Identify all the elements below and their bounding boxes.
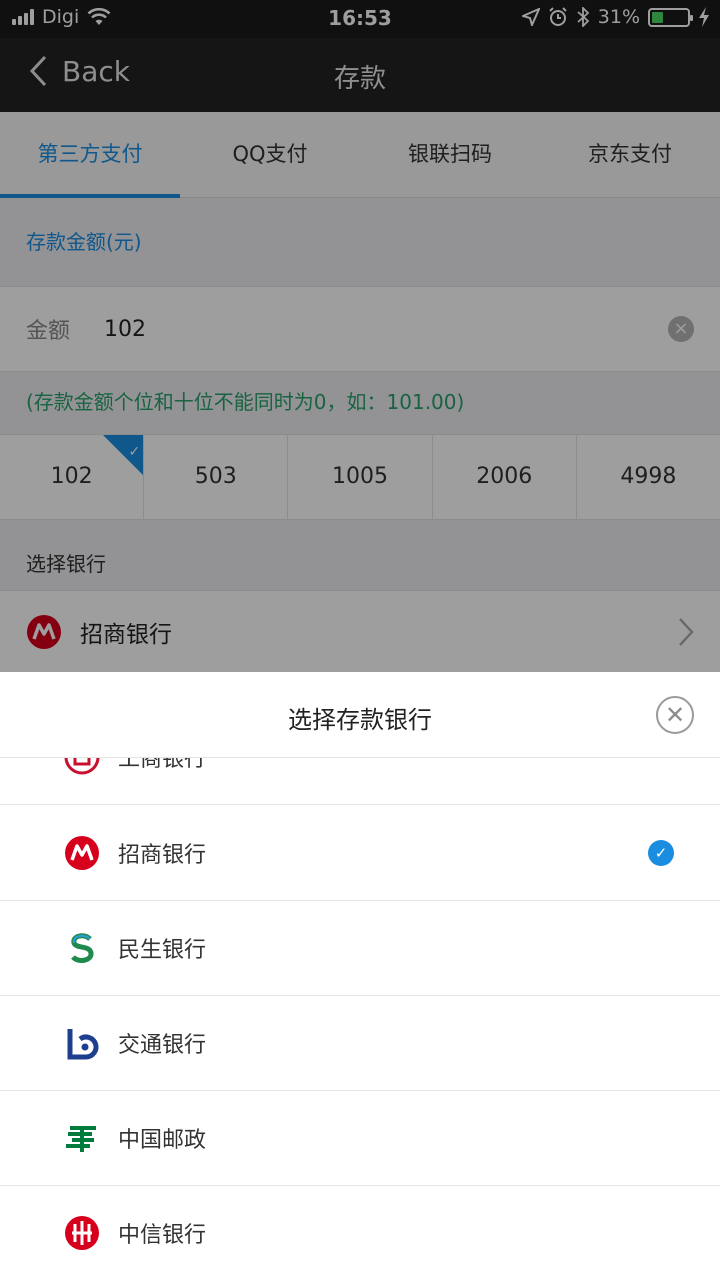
- list-item-bocom[interactable]: 交通银行: [0, 996, 720, 1091]
- close-icon[interactable]: ✕: [656, 696, 694, 734]
- bocom-logo-icon: [67, 1029, 99, 1060]
- psbc-logo-icon: [66, 1126, 96, 1152]
- selected-check-icon: ✓: [648, 840, 674, 866]
- bank-name: 民生银行: [118, 938, 207, 963]
- list-item-psbc[interactable]: 中国邮政: [0, 1091, 720, 1186]
- list-item-citic[interactable]: 中信银行: [0, 1186, 720, 1280]
- bank-name: 招商银行: [118, 843, 207, 868]
- citic-logo-icon: [65, 1216, 99, 1250]
- list-item-cmbc[interactable]: 民生银行: [0, 901, 720, 996]
- sheet-header: 选择存款银行 ✕: [0, 672, 720, 758]
- icbc-logo-icon: [64, 758, 100, 775]
- bank-name: 交通银行: [118, 1033, 207, 1058]
- sheet-title: 选择存款银行: [288, 706, 432, 734]
- cmbc-logo-icon: [71, 933, 94, 963]
- bank-name: 中信银行: [118, 1223, 207, 1248]
- bank-name: 中国邮政: [118, 1128, 207, 1153]
- bank-picker-sheet: 选择存款银行 ✕ 工商银行 招商银行 ✓ 民生银行 交通银行 中国邮政 中信银行: [0, 672, 720, 1280]
- list-item-cmb[interactable]: 招商银行 ✓: [0, 806, 720, 901]
- list-item-icbc[interactable]: 工商银行: [0, 758, 720, 806]
- bank-list: 工商银行 招商银行 ✓ 民生银行 交通银行 中国邮政 中信银行: [0, 758, 720, 1280]
- bank-name: 工商银行: [118, 758, 207, 772]
- cmb-logo-icon: [65, 836, 99, 870]
- modal-overlay[interactable]: [0, 0, 720, 672]
